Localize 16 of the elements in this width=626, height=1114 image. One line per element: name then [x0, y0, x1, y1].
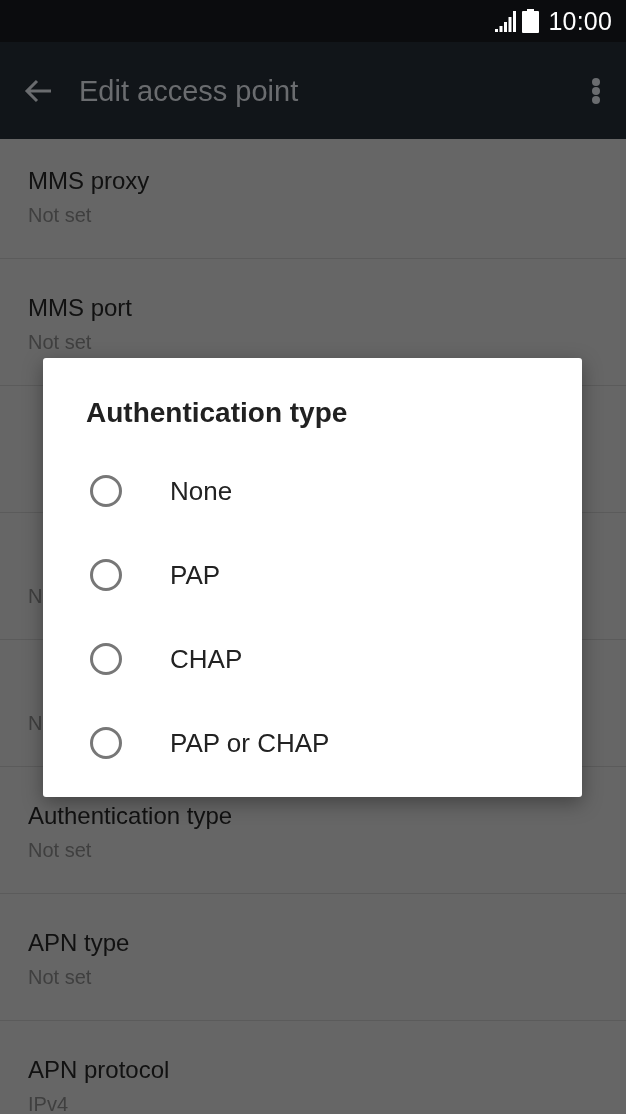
back-arrow-icon [24, 78, 52, 103]
more-vertical-icon [592, 77, 600, 104]
status-time: 10:00 [548, 6, 612, 36]
radio-option[interactable]: None [43, 449, 582, 533]
radio-option[interactable]: CHAP [43, 617, 582, 701]
dialog-title: Authentication type [86, 396, 348, 430]
battery-icon [522, 9, 540, 33]
setting-title: APN protocol [28, 1055, 170, 1085]
setting-title: MMS port [28, 293, 132, 323]
signal-icon [495, 10, 517, 32]
setting-title: APN type [28, 928, 130, 958]
setting-title: Authentication type [28, 801, 233, 831]
screen-title: Edit access point [79, 73, 300, 109]
more-options-button[interactable] [590, 75, 602, 106]
setting-title: MMS proxy [28, 166, 150, 196]
radio-option[interactable]: PAP [43, 533, 582, 617]
